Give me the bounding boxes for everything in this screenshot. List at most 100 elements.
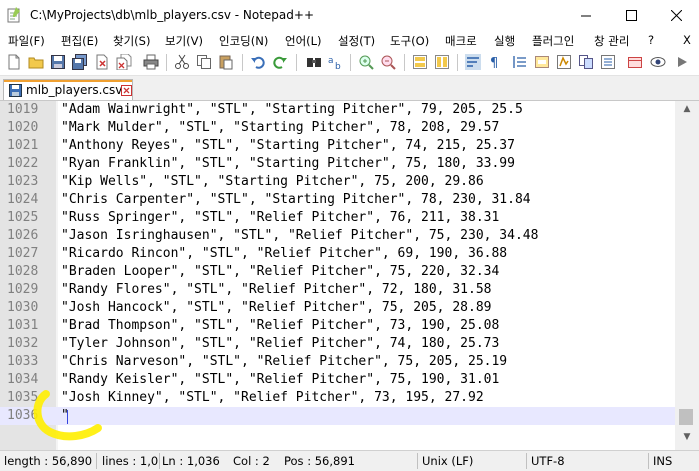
scrollbar-thumb[interactable] (679, 409, 693, 425)
status-encoding[interactable]: UTF-8 (531, 454, 565, 468)
line-number: 1024 (7, 192, 39, 207)
sync-horizontal-icon[interactable] (434, 54, 450, 70)
editor-line[interactable]: 1020 "Mark Mulder", "STL", "Starting Pitc… (0, 119, 675, 137)
editor-line[interactable]: 1025 "Russ Springer", "STL", "Relief Pitc… (0, 209, 675, 227)
editor-line[interactable]: 1031 "Brad Thompson", "STL", "Relief Pitc… (0, 317, 675, 335)
line-text[interactable]: "Brad Thompson", "STL", "Relief Pitcher"… (61, 318, 499, 333)
scroll-down-arrow-icon[interactable]: ▼ (675, 429, 699, 445)
close-tab-icon[interactable] (121, 85, 132, 96)
menu-edit[interactable]: 편집(E) (61, 33, 98, 49)
text-caret (67, 410, 68, 424)
line-text[interactable]: "Ryan Franklin", "STL", "Starting Pitche… (61, 156, 515, 171)
cut-icon[interactable] (174, 54, 190, 70)
editor-line[interactable]: 1027 "Ricardo Rincon", "STL", "Relief Pit… (0, 245, 675, 263)
editor-line[interactable]: 1022 "Ryan Franklin", "STL", "Starting Pi… (0, 155, 675, 173)
line-text[interactable]: "Russ Springer", "STL", "Relief Pitcher"… (61, 210, 499, 225)
record-macro-icon[interactable] (627, 54, 643, 70)
undo-icon[interactable] (250, 54, 266, 70)
line-text[interactable]: "Josh Kinney", "STL", "Relief Pitcher", … (61, 390, 484, 405)
close-file-icon[interactable] (94, 54, 110, 70)
word-wrap-icon[interactable] (465, 54, 481, 70)
menu-close-document[interactable]: X (683, 33, 691, 47)
replace-icon[interactable]: ab (328, 54, 344, 70)
current-line[interactable]: 1036 " (0, 407, 675, 425)
new-file-icon[interactable] (6, 54, 22, 70)
editor-line[interactable]: 1019 "Adam Wainwright", "STL", "Starting … (0, 101, 675, 119)
editor-line[interactable]: 1023 "Kip Wells", "STL", "Starting Pitche… (0, 173, 675, 191)
run-macro-icon[interactable] (674, 54, 690, 70)
paste-icon[interactable] (218, 54, 234, 70)
vertical-scrollbar[interactable]: ▲ ▼ (675, 101, 699, 450)
redo-icon[interactable] (272, 54, 288, 70)
menu-view[interactable]: 보기(V) (165, 33, 203, 49)
menu-settings[interactable]: 설정(T) (338, 33, 375, 49)
line-text[interactable]: "Randy Flores", "STL", "Relief Pitcher",… (61, 282, 491, 297)
status-separator (159, 453, 160, 469)
line-text[interactable]: "Anthony Reyes", "STL", "Starting Pitche… (61, 138, 515, 153)
doc-list-icon[interactable] (600, 54, 616, 70)
tab-mlb-players[interactable]: mlb_players.csv (3, 79, 133, 100)
line-text[interactable]: "Kip Wells", "STL", "Starting Pitcher", … (61, 174, 484, 189)
scroll-up-arrow-icon[interactable]: ▲ (675, 101, 699, 117)
doc-map-icon[interactable] (534, 54, 550, 70)
function-list-icon[interactable] (556, 54, 572, 70)
editor-line[interactable]: 1033 "Chris Narveson", "STL", "Relief Pit… (0, 353, 675, 371)
menu-plugins[interactable]: 플러그인 (532, 33, 574, 49)
text-editor[interactable]: 1019 "Adam Wainwright", "STL", "Starting … (0, 101, 675, 450)
menu-search[interactable]: 찾기(S) (113, 33, 150, 49)
toolbar-separator (350, 54, 351, 71)
editor-line[interactable]: 1021 "Anthony Reyes", "STL", "Starting Pi… (0, 137, 675, 155)
indent-guide-icon[interactable] (512, 54, 528, 70)
title-bar: C:\MyProjects\db\mlb_players.csv - Notep… (0, 0, 699, 31)
zoom-in-icon[interactable] (358, 54, 374, 70)
line-text[interactable]: "Ricardo Rincon", "STL", "Relief Pitcher… (61, 246, 507, 261)
toolbar-separator (404, 54, 405, 71)
copy-icon[interactable] (196, 54, 212, 70)
print-icon[interactable] (143, 54, 159, 70)
line-text[interactable]: "Jason Isringhausen", "STL", "Relief Pit… (61, 228, 538, 243)
menu-macro[interactable]: 매크로 (445, 33, 477, 49)
editor-line[interactable]: 1034 "Randy Keisler", "STL", "Relief Pitc… (0, 371, 675, 389)
line-text[interactable]: "Josh Hancock", "STL", "Relief Pitcher",… (61, 300, 491, 315)
status-eol[interactable]: Unix (LF) (422, 454, 473, 468)
editor-line[interactable]: 1026 "Jason Isringhausen", "STL", "Relief… (0, 227, 675, 245)
show-all-chars-icon[interactable]: ¶ (487, 54, 503, 70)
menu-encoding[interactable]: 인코딩(N) (219, 33, 268, 49)
menu-language[interactable]: 언어(L) (285, 33, 322, 49)
status-separator (417, 453, 418, 469)
svg-text:a: a (328, 56, 334, 66)
line-text[interactable]: "Tyler Johnson", "STL", "Relief Pitcher"… (61, 336, 499, 351)
line-text[interactable]: "Chris Carpenter", "STL", "Starting Pitc… (61, 192, 531, 207)
line-text[interactable]: "Randy Keisler", "STL", "Relief Pitcher"… (61, 372, 499, 387)
monitor-icon[interactable] (650, 54, 666, 70)
line-text[interactable]: "Braden Looper", "STL", "Relief Pitcher"… (61, 264, 499, 279)
open-file-icon[interactable] (28, 54, 44, 70)
menu-help[interactable]: ? (648, 33, 654, 47)
maximize-button[interactable] (609, 0, 654, 31)
menu-window[interactable]: 창 관리 (594, 33, 629, 49)
zoom-out-icon[interactable] (380, 54, 396, 70)
save-all-icon[interactable] (72, 54, 88, 70)
menu-bar: 파일(F) 편집(E) 찾기(S) 보기(V) 인코딩(N) 언어(L) 설정(… (0, 31, 699, 50)
folder-workspace-icon[interactable] (578, 54, 594, 70)
menu-file[interactable]: 파일(F) (8, 33, 45, 49)
saved-file-icon (9, 84, 22, 97)
sync-vertical-icon[interactable] (412, 54, 428, 70)
editor-line[interactable]: 1030 "Josh Hancock", "STL", "Relief Pitch… (0, 299, 675, 317)
line-text[interactable]: "Chris Narveson", "STL", "Relief Pitcher… (61, 354, 507, 369)
menu-run[interactable]: 실행 (494, 33, 515, 49)
minimize-button[interactable] (564, 0, 609, 31)
editor-line[interactable]: 1029 "Randy Flores", "STL", "Relief Pitch… (0, 281, 675, 299)
editor-line[interactable]: 1024 "Chris Carpenter", "STL", "Starting … (0, 191, 675, 209)
editor-line[interactable]: 1035 "Josh Kinney", "STL", "Relief Pitche… (0, 389, 675, 407)
close-window-button[interactable] (654, 0, 699, 31)
line-text[interactable]: "Adam Wainwright", "STL", "Starting Pitc… (61, 102, 523, 117)
close-all-icon[interactable] (116, 54, 132, 70)
menu-tools[interactable]: 도구(O) (390, 33, 429, 49)
save-icon[interactable] (50, 54, 66, 70)
editor-line[interactable]: 1032 "Tyler Johnson", "STL", "Relief Pitc… (0, 335, 675, 353)
find-icon[interactable] (306, 54, 322, 70)
editor-line[interactable]: 1028 "Braden Looper", "STL", "Relief Pitc… (0, 263, 675, 281)
line-number: 1021 (7, 138, 39, 153)
line-text[interactable]: "Mark Mulder", "STL", "Starting Pitcher"… (61, 120, 499, 135)
